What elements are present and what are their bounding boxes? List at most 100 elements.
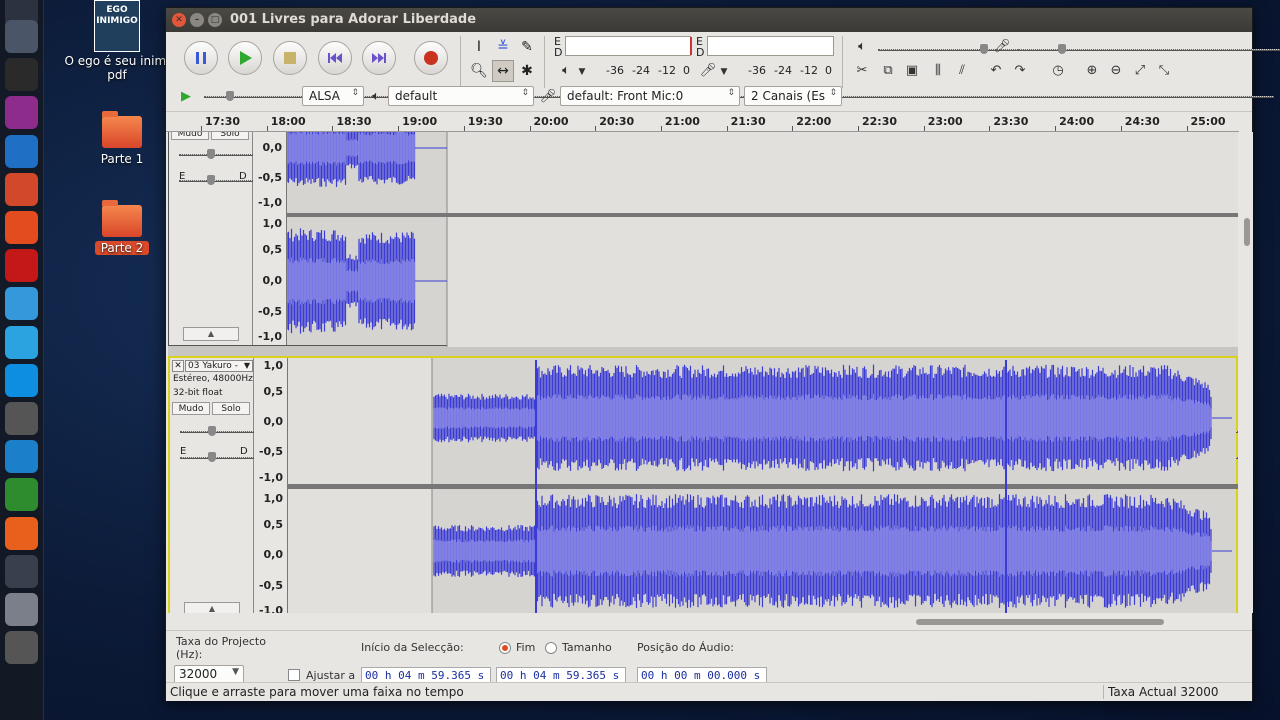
cut-icon[interactable]: ✂ — [852, 60, 872, 80]
desktop-book-item[interactable]: EGO INIMIGO O ego é seu inimi pdf — [62, 0, 172, 82]
network-icon[interactable] — [5, 287, 38, 321]
copy-icon[interactable]: ⧉ — [878, 60, 898, 80]
audio-host-select[interactable]: ALSA ⇕ — [302, 86, 364, 106]
scale-label: 1,0 — [263, 359, 284, 372]
opera-icon[interactable] — [5, 249, 38, 283]
window-title: 001 Livres para Adorar Liberdade — [230, 12, 477, 27]
silence-icon[interactable]: ⫽ — [952, 60, 972, 80]
desktop-folder-parte-1[interactable]: Parte 1 — [95, 111, 149, 166]
tracks-area[interactable]: Mudo Solo E D ▲ 0,0 -0,5 -1,0 1,0 0,5 0,… — [168, 132, 1238, 613]
scale-label: 1,0 — [263, 492, 284, 505]
waveform-area[interactable] — [288, 358, 1238, 613]
play-scale-1: -36 — [748, 64, 766, 77]
end-radio[interactable] — [499, 642, 511, 654]
track-control-panel: Mudo Solo E D ▲ — [169, 132, 1238, 345]
playback-volume-slider[interactable] — [878, 42, 1280, 56]
audio-track-2[interactable]: ✕ 03 Yakuro - ▼ Estéreo, 48000Hz 32-bit … — [168, 356, 1238, 613]
double-arrow-icon: ↔ — [497, 63, 509, 79]
maximize-window-button[interactable]: □ — [208, 13, 222, 27]
brave-icon[interactable] — [5, 211, 38, 244]
audio-track-1[interactable]: Mudo Solo E D ▲ 0,0 -0,5 -1,0 1,0 0,5 0,… — [168, 132, 1238, 347]
input-device-select[interactable]: default: Front Mic:0 ⇕ — [560, 86, 740, 106]
scroll-thumb[interactable] — [1244, 218, 1250, 246]
scale-label: -0,5 — [257, 305, 282, 318]
fit-project-icon[interactable]: ⤡ — [1154, 60, 1174, 80]
pan-slider[interactable] — [179, 173, 1238, 187]
chevron-down-icon[interactable]: ▼ — [714, 62, 734, 82]
multi-tool[interactable]: ✱ — [516, 60, 538, 82]
solo-button[interactable]: Solo — [212, 402, 250, 415]
audio-icon[interactable] — [5, 402, 38, 435]
minimize-window-button[interactable]: – — [190, 13, 204, 27]
scale-label: -1,0 — [258, 471, 283, 484]
paste-icon[interactable]: ▣ — [902, 60, 922, 80]
fit-selection-icon[interactable]: ⤢ — [1130, 60, 1150, 80]
skype-icon[interactable] — [5, 363, 38, 397]
play-icon — [240, 51, 252, 65]
disc-icon[interactable] — [5, 631, 38, 665]
download-icon[interactable] — [5, 478, 38, 512]
zoom-out-icon[interactable]: ⊖ — [1106, 60, 1126, 80]
timeline-ruler[interactable]: 17:30 18:00 18:30 19:00 19:30 20:00 20:30 21:00… — [166, 112, 1239, 132]
zoom-in-icon[interactable]: ⊕ — [1082, 60, 1102, 80]
drive-icon[interactable] — [5, 593, 38, 626]
play-speed-slider[interactable] — [204, 89, 1274, 103]
selection-tool[interactable]: I — [468, 36, 490, 58]
collapse-track-button[interactable]: ▲ — [183, 327, 239, 341]
monitor-icon[interactable] — [5, 440, 38, 474]
snap-checkbox[interactable] — [288, 669, 300, 681]
trim-icon[interactable]: ⫼ — [928, 60, 948, 80]
play-meter[interactable] — [707, 36, 834, 56]
rec-meter[interactable] — [565, 36, 692, 56]
bluetooth-icon[interactable] — [5, 134, 38, 168]
track-name-menu[interactable]: 03 Yakuro - ▼ — [185, 360, 253, 372]
pause-button[interactable] — [184, 41, 218, 75]
gain-slider[interactable] — [180, 424, 1238, 438]
zoom-tool[interactable]: 🔍︎ — [468, 60, 490, 82]
terminal-icon[interactable] — [5, 58, 38, 92]
gain-slider[interactable] — [179, 147, 1238, 161]
skip-start-icon — [328, 53, 342, 63]
audacity-icon[interactable] — [5, 516, 38, 550]
settings-icon[interactable] — [5, 172, 38, 206]
scroll-thumb[interactable] — [916, 619, 1164, 625]
output-device-select[interactable]: default ⇕ — [388, 86, 534, 106]
vertical-scale: 1,0 0,5 0,0 -0,5 -1,0 1,0 0,5 0,0 -0,5 -… — [254, 358, 288, 613]
sync-lock-icon[interactable]: ◷ — [1048, 60, 1068, 80]
envelope-tool[interactable]: ≚ — [492, 36, 514, 58]
record-button[interactable] — [414, 41, 448, 75]
files-icon[interactable] — [5, 20, 38, 53]
timeshift-tool[interactable]: ↔ — [492, 60, 514, 82]
redo-icon[interactable]: ↷ — [1010, 60, 1030, 80]
recording-volume-slider[interactable] — [1018, 42, 1280, 56]
pan-slider[interactable] — [180, 450, 1238, 464]
skip-end-icon — [372, 53, 386, 63]
solo-button[interactable]: Solo — [211, 132, 249, 140]
ruler-tick-label: 20:30 — [599, 115, 635, 128]
waveform-area[interactable] — [287, 132, 1238, 347]
draw-tool[interactable]: ✎ — [516, 36, 538, 58]
app-purple-icon[interactable] — [5, 96, 38, 130]
input-channels-select[interactable]: 2 Canais (Es ⇕ — [744, 86, 842, 106]
input-device-value: default: Front Mic:0 — [567, 89, 684, 103]
skip-end-button[interactable] — [362, 41, 396, 75]
chevron-down-icon[interactable]: ▼ — [572, 62, 592, 82]
close-window-button[interactable]: ✕ — [172, 13, 186, 27]
horizontal-scrollbar[interactable] — [284, 615, 1240, 629]
workspace-icon[interactable] — [5, 554, 38, 588]
mute-button[interactable]: Mudo — [172, 402, 210, 415]
undo-icon[interactable]: ↶ — [986, 60, 1006, 80]
close-track-button[interactable]: ✕ — [172, 360, 184, 372]
stop-button[interactable] — [273, 41, 307, 75]
length-radio[interactable] — [545, 642, 557, 654]
skip-start-button[interactable] — [318, 41, 352, 75]
telegram-icon[interactable] — [5, 325, 38, 359]
collapse-track-button[interactable]: ▲ — [184, 602, 240, 613]
ruler-tick-mark — [923, 126, 925, 131]
play-button[interactable] — [228, 41, 262, 75]
play-at-speed-icon[interactable]: ▶ — [176, 86, 196, 106]
desktop-folder-parte-2[interactable]: Parte 2 — [95, 200, 149, 255]
ruler-tick-label: 21:00 — [664, 115, 700, 128]
mute-button[interactable]: Mudo — [171, 132, 209, 140]
vertical-scrollbar[interactable] — [1241, 132, 1253, 613]
